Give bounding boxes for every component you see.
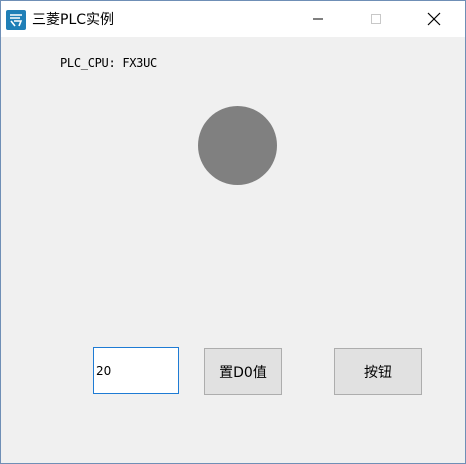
generic-button[interactable]: 按钮 [334,348,422,395]
status-indicator-light [198,106,277,185]
minimize-icon [313,18,323,20]
plc-cpu-label: PLC_CPU: FX3UC [60,56,157,70]
set-d0-value-button[interactable]: 置D0值 [204,348,282,395]
close-icon [427,12,441,26]
main-window: 三菱PLC实例 PLC_CPU: FX3UC 置D0值 按钮 [0,0,466,464]
app-logo-icon [6,10,26,30]
maximize-button[interactable] [347,1,405,37]
client-area: PLC_CPU: FX3UC 置D0值 按钮 [1,37,465,463]
close-button[interactable] [405,1,463,37]
d0-value-input[interactable] [93,347,179,394]
title-bar[interactable]: 三菱PLC实例 [1,1,465,37]
window-title: 三菱PLC实例 [32,12,115,28]
maximize-icon [371,14,381,24]
minimize-button[interactable] [289,1,347,37]
